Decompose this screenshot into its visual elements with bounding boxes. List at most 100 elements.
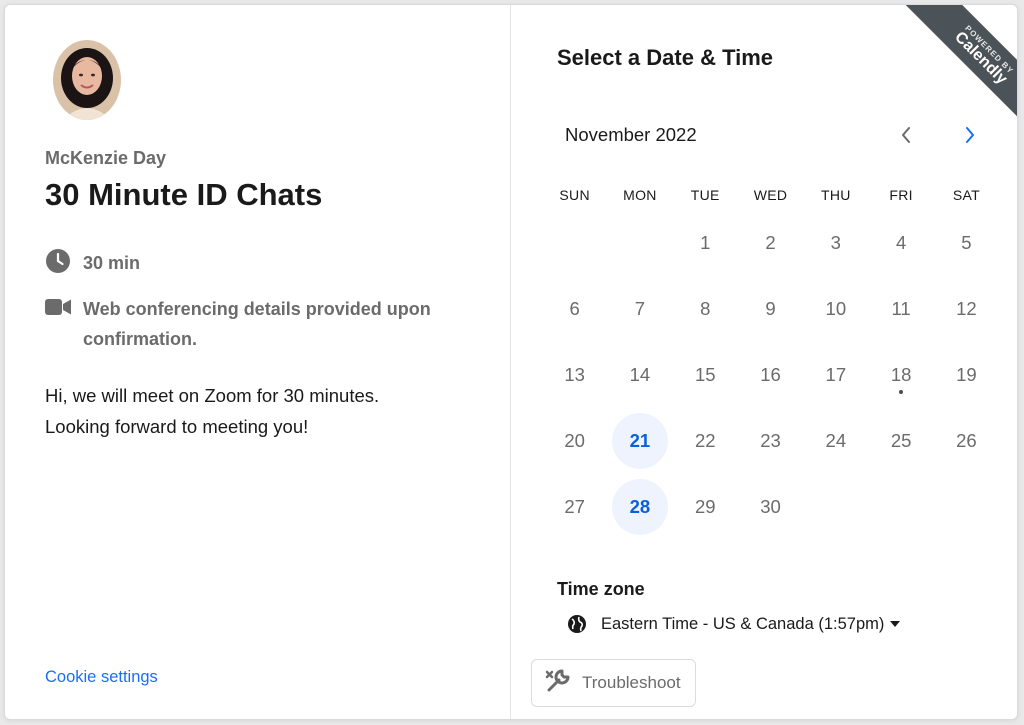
calendar-day-number: 3	[830, 232, 841, 253]
calendar-day-25: 25	[868, 408, 933, 474]
calendar-day-number: 29	[694, 496, 716, 517]
calendar-day-number: 13	[564, 364, 585, 385]
calendar-day-number: 8	[700, 298, 711, 319]
weekday-mon: MON	[623, 187, 657, 203]
calendar-day-number: 9	[765, 298, 776, 319]
weekday-wed: WED	[753, 187, 788, 203]
calendar-day-24: 24	[803, 408, 868, 474]
calendar-day-11: 11	[868, 276, 933, 342]
location-line-2: confirmation.	[83, 329, 198, 349]
calendar-day-14: 14	[607, 342, 672, 408]
caret-down-icon	[890, 621, 901, 627]
troubleshoot-button[interactable]: Troubleshoot	[531, 659, 696, 707]
calendar-day-number: 22	[694, 430, 716, 451]
calendar-day-number: 26	[956, 430, 977, 451]
calendar-day-number: 20	[564, 430, 585, 451]
calendar-day-number: 16	[760, 364, 781, 385]
weekday-sun: SUN	[559, 187, 590, 203]
select-date-heading: Select a Date & Time	[557, 45, 774, 70]
calendar-day-16: 16	[738, 342, 803, 408]
calendar-day-number: 19	[956, 364, 977, 385]
calendar-day-7: 7	[607, 276, 672, 342]
timezone-value: Eastern Time - US & Canada (1:57pm)	[601, 614, 885, 633]
calendar-day-number: 24	[825, 430, 847, 451]
calendar-day-22: 22	[673, 408, 738, 474]
booking-card: McKenzie Day 30 Minute ID Chats 30 min W…	[4, 4, 1018, 720]
calendar-day-19: 19	[934, 342, 999, 408]
ribbon-band: POWERED BY Calendly	[902, 5, 1017, 135]
weekday-fri: FRI	[889, 187, 913, 203]
weekday-header: SUN MON TUE WED THU FRI SAT	[542, 187, 999, 203]
clock-icon	[45, 248, 71, 274]
calendar-day-number: 14	[629, 364, 651, 385]
calendar-day-number: 2	[765, 232, 776, 253]
date-time-panel: Select a Date & Time November 2022 SUN M…	[512, 5, 1017, 719]
calendar-day-number: 7	[634, 298, 646, 319]
powered-by-calendly-ribbon[interactable]: POWERED BY Calendly	[889, 5, 1017, 135]
host-name: McKenzie Day	[45, 148, 167, 168]
calendar-day-8: 8	[673, 276, 738, 342]
calendar-day-9: 9	[738, 276, 803, 342]
description-line-1: Hi, we will meet on Zoom for 30 minutes.	[45, 385, 380, 406]
calendar-empty-cell	[542, 210, 607, 276]
location-line-1: Web conferencing details provided upon	[83, 299, 431, 319]
calendar-grid: 1 2 3 4 5 6 7 8 9 10 11 12 13 14 15 16 17 18 19 20 21 22 23 24 2…	[542, 210, 999, 540]
wrench-icon	[544, 667, 572, 700]
location-row: Web conferencing details provided upon c…	[45, 294, 431, 354]
calendar-day-30: 30	[738, 474, 803, 540]
description-line-2: Looking forward to meeting you!	[45, 416, 309, 437]
calendar-day-26: 26	[934, 408, 999, 474]
calendar-day-number: 27	[564, 496, 585, 517]
calendar-empty-cell	[607, 210, 672, 276]
calendar-day-4: 4	[868, 210, 933, 276]
calendar-day-number: 10	[825, 298, 847, 319]
avatar	[53, 40, 121, 120]
calendar-day-number: 25	[890, 430, 912, 451]
calendar-day-28[interactable]: 28	[607, 474, 672, 540]
location-details: Web conferencing details provided upon c…	[83, 294, 431, 354]
calendar-day-23: 23	[738, 408, 803, 474]
calendar-day-13: 13	[542, 342, 607, 408]
timezone-label: Time zone	[557, 579, 645, 599]
calendar-day-1: 1	[673, 210, 738, 276]
video-camera-icon	[45, 294, 71, 320]
calendar-day-number: 1	[700, 232, 711, 253]
calendar-day-29: 29	[673, 474, 738, 540]
duration-label: 30 min	[83, 253, 141, 273]
month-label: November 2022	[565, 124, 697, 145]
weekday-thu: THU	[820, 187, 851, 203]
calendar-day-number: 17	[825, 364, 847, 385]
timezone-select[interactable]: Eastern Time - US & Canada (1:57pm)	[567, 614, 901, 634]
calendar-day-12: 12	[934, 276, 999, 342]
calendar-day-10: 10	[803, 276, 868, 342]
calendar-day-21[interactable]: 21	[607, 408, 672, 474]
calendar-day-number: 11	[891, 298, 911, 319]
calendar-day-20: 20	[542, 408, 607, 474]
calendar-day-17: 17	[803, 342, 868, 408]
calendar-day-2: 2	[738, 210, 803, 276]
calendar-day-15: 15	[673, 342, 738, 408]
calendar-day-number: 4	[895, 232, 907, 253]
globe-icon	[568, 615, 586, 633]
calendar-day-number: 30	[760, 496, 781, 517]
calendar-day-27: 27	[542, 474, 607, 540]
calendar-day-3: 3	[803, 210, 868, 276]
calendar-day-number: 15	[694, 364, 716, 385]
calendar-day-number: 21	[611, 413, 668, 469]
calendar-day-5: 5	[934, 210, 999, 276]
calendar-day-number: 18	[890, 364, 912, 385]
calendar-day-18: 18	[868, 342, 933, 408]
calendar-day-number: 12	[956, 298, 977, 319]
calendar-day-6: 6	[542, 276, 607, 342]
duration-row: 30 min	[45, 248, 140, 278]
weekday-tue: TUE	[690, 187, 720, 203]
calendar-day-number: 5	[961, 232, 972, 253]
troubleshoot-label: Troubleshoot	[582, 673, 681, 692]
weekday-sat: SAT	[952, 187, 980, 203]
cookie-settings-link[interactable]: Cookie settings	[45, 668, 158, 687]
event-description: Hi, we will meet on Zoom for 30 minutes.…	[45, 380, 379, 442]
calendar-day-number: 23	[760, 430, 781, 451]
event-details-panel: McKenzie Day 30 Minute ID Chats 30 min W…	[5, 5, 511, 719]
calendar-day-number: 28	[611, 479, 668, 535]
calendar-day-number: 6	[569, 298, 580, 319]
